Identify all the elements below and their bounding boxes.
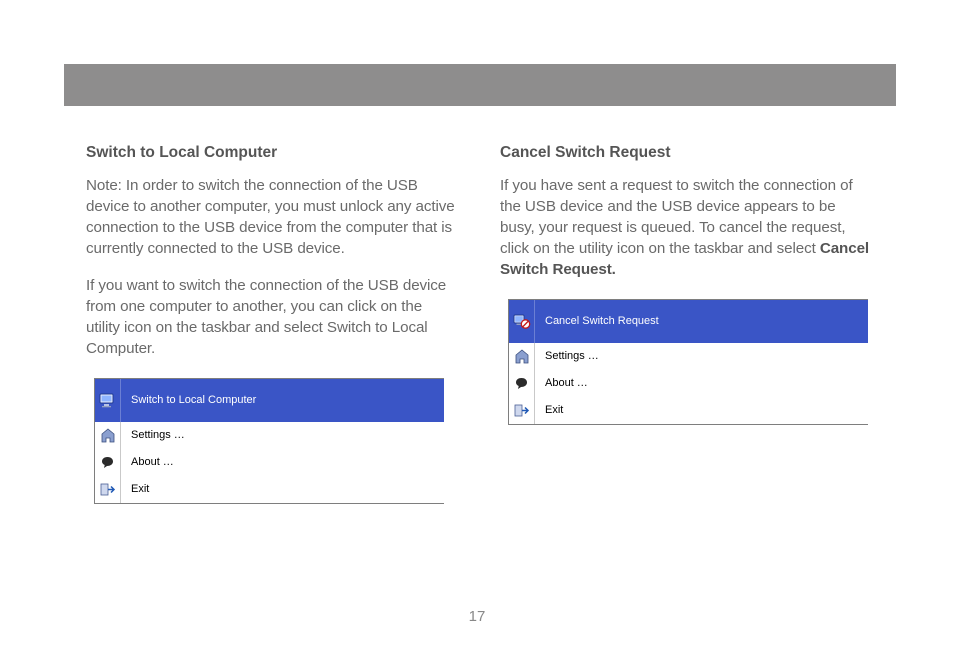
- menu-item-about[interactable]: About …: [509, 370, 868, 397]
- menu-label: Exit: [535, 404, 563, 416]
- menu-item-settings[interactable]: Settings …: [509, 343, 868, 370]
- menu-label: About …: [121, 456, 174, 468]
- menu-item-about[interactable]: About …: [95, 449, 444, 476]
- context-menu-switch: Switch to Local Computer Settings …: [94, 378, 444, 504]
- header-bar: [64, 64, 896, 106]
- menu-label: Settings …: [121, 429, 185, 441]
- cancel-usb-icon: [513, 313, 531, 329]
- menu-label: Exit: [121, 483, 149, 495]
- menu-item-settings[interactable]: Settings …: [95, 422, 444, 449]
- page-content: Switch to Local Computer Note: In order …: [86, 144, 876, 504]
- para-text: If you have sent a request to switch the…: [500, 177, 853, 257]
- menu-item-cancel-request[interactable]: Cancel Switch Request: [509, 300, 868, 343]
- right-column: Cancel Switch Request If you have sent a…: [500, 144, 870, 504]
- about-icon: [513, 375, 531, 391]
- menu-item-exit[interactable]: Exit: [95, 476, 444, 503]
- para-switch-note: Note: In order to switch the connection …: [86, 176, 456, 260]
- heading-cancel-request: Cancel Switch Request: [500, 144, 870, 162]
- settings-house-icon: [99, 427, 117, 443]
- heading-switch-local: Switch to Local Computer: [86, 144, 456, 162]
- menu-label: Switch to Local Computer: [121, 394, 256, 406]
- settings-house-icon: [513, 348, 531, 364]
- exit-icon: [99, 481, 117, 497]
- menu-item-switch-local[interactable]: Switch to Local Computer: [95, 379, 444, 422]
- para-cancel-howto: If you have sent a request to switch the…: [500, 176, 870, 281]
- about-icon: [99, 454, 117, 470]
- context-menu-cancel: Cancel Switch Request Settings …: [508, 299, 868, 425]
- menu-label: Cancel Switch Request: [535, 315, 659, 327]
- menu-item-exit[interactable]: Exit: [509, 397, 868, 424]
- page-number: 17: [0, 608, 954, 625]
- menu-label: Settings …: [535, 350, 599, 362]
- exit-icon: [513, 402, 531, 418]
- monitor-icon: [99, 392, 117, 408]
- menu-label: About …: [535, 377, 588, 389]
- para-switch-howto: If you want to switch the connection of …: [86, 276, 456, 360]
- left-column: Switch to Local Computer Note: In order …: [86, 144, 456, 504]
